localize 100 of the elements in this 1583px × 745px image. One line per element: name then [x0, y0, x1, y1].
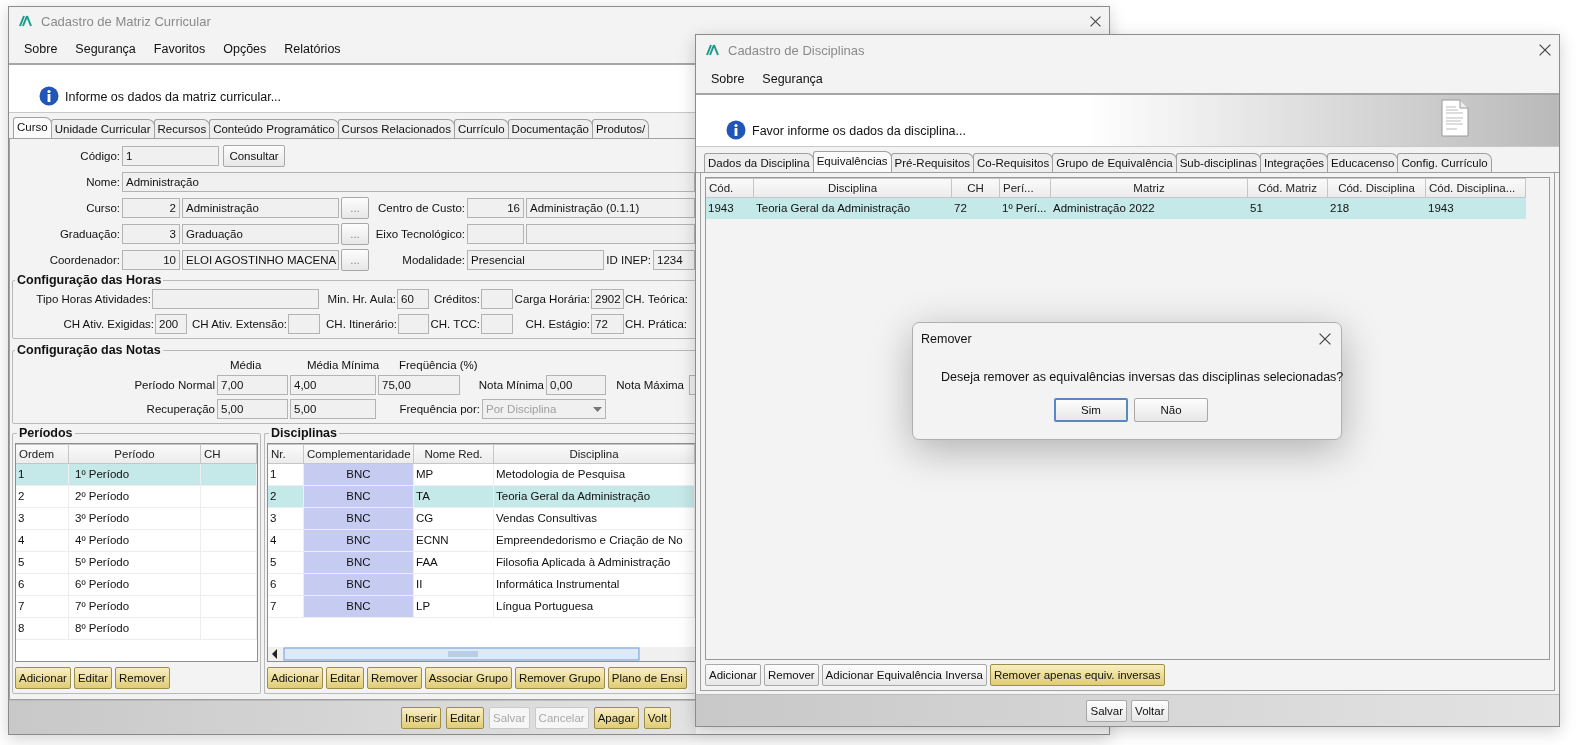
dialog-button[interactable]: Não — [1134, 398, 1208, 422]
text-field[interactable]: Administração (0.1.1) — [526, 198, 695, 218]
column-header[interactable]: Disciplina — [494, 444, 695, 464]
table-row[interactable]: 2 BNC TA Teoria Geral da Administração — [268, 486, 695, 508]
tab[interactable]: Pré-Requisitos — [890, 153, 975, 172]
action-button[interactable]: Voltar — [1131, 699, 1169, 722]
table-row[interactable]: 1 1º Período — [16, 464, 257, 486]
column-header[interactable]: CH — [952, 178, 1000, 198]
table-row[interactable]: 3 BNC CG Vendas Consultivas — [268, 508, 695, 530]
tab[interactable]: Co-Requisitos — [973, 153, 1054, 172]
column-header[interactable]: Perí... — [1000, 178, 1051, 198]
action-button[interactable]: Editar — [445, 706, 484, 729]
column-header[interactable]: Cód. Matriz — [1248, 178, 1328, 198]
close-icon[interactable] — [1319, 333, 1331, 345]
number-field[interactable]: 75,00 — [378, 375, 460, 395]
number-field[interactable]: 0,00 — [546, 375, 606, 395]
table-row[interactable]: 8 8º Período — [16, 618, 257, 640]
column-header[interactable]: Complementaridade — [304, 444, 414, 464]
close-icon[interactable] — [1539, 44, 1551, 56]
column-header[interactable]: Nr. — [268, 444, 304, 464]
number-field[interactable] — [398, 314, 429, 334]
tab[interactable]: Conteúdo Programático — [209, 119, 339, 138]
column-header[interactable]: Cód. Disciplina — [1328, 178, 1426, 198]
column-header[interactable]: Cód. Disciplina... — [1426, 178, 1526, 198]
table-row[interactable]: 5 BNC FAA Filosofia Aplicada à Administração — [268, 552, 695, 574]
action-button[interactable]: Remover apenas equiv. inversas — [989, 664, 1165, 686]
column-header[interactable]: Ordem — [16, 444, 69, 464]
action-button[interactable]: Remover Grupo — [514, 667, 605, 689]
tab[interactable]: Integrações — [1260, 153, 1329, 172]
text-field[interactable]: 1234 — [653, 250, 695, 270]
action-button[interactable]: Inserir — [401, 706, 441, 729]
menu-item[interactable]: Opções — [214, 42, 276, 56]
menu-item[interactable]: Segurança — [66, 42, 145, 56]
table-row[interactable]: 5 5º Período — [16, 552, 257, 574]
code-field[interactable]: 3 — [122, 224, 180, 244]
menu-item[interactable]: Sobre — [702, 72, 754, 86]
action-button[interactable]: Adicionar — [15, 667, 71, 689]
column-header[interactable]: Disciplina — [754, 178, 952, 198]
number-field[interactable]: 5,00 — [290, 399, 376, 419]
action-button[interactable]: Remover — [367, 667, 422, 689]
column-header[interactable]: Matriz — [1051, 178, 1248, 198]
close-icon[interactable] — [1090, 15, 1101, 27]
tab[interactable]: Currículo — [453, 119, 509, 138]
table-row[interactable]: 1943 Teoria Geral da Administração 72 1º Perí... Administração 2022 51 218 1943 — [706, 198, 1526, 219]
tab[interactable]: Recursos — [153, 119, 211, 138]
action-button[interactable]: Plano de Ensi — [607, 667, 687, 689]
tab[interactable]: Cursos Relacionados — [337, 119, 455, 138]
text-field[interactable]: ELOI AGOSTINHO MACENA — [182, 250, 339, 270]
action-button[interactable]: Salvar — [1086, 699, 1128, 722]
tab[interactable]: Curso — [13, 117, 52, 138]
number-field[interactable]: 7,00 — [217, 375, 288, 395]
tab[interactable]: Produtos/ — [591, 119, 650, 138]
text-field[interactable]: 1 — [122, 146, 219, 166]
column-header[interactable]: Nome Red. — [414, 444, 494, 464]
tab[interactable]: Grupo de Equivalência — [1052, 153, 1177, 172]
dialog-button[interactable]: Sim — [1054, 398, 1128, 422]
table-row[interactable]: 3 3º Período — [16, 508, 257, 530]
action-button[interactable]: Remover — [763, 664, 819, 686]
number-field[interactable]: 60 — [397, 289, 429, 309]
consultar-button[interactable]: Consultar — [223, 145, 285, 167]
number-field[interactable] — [152, 289, 319, 309]
action-button[interactable]: Apagar — [593, 706, 639, 729]
text-field[interactable]: Presencial — [467, 250, 604, 270]
table-row[interactable]: 6 BNC II Informática Instrumental — [268, 574, 695, 596]
table-row[interactable]: 1 BNC MP Metodologia de Pesquisa — [268, 464, 695, 486]
menu-item[interactable]: Segurança — [753, 72, 832, 86]
tab[interactable]: Documentação — [507, 119, 593, 138]
table-row[interactable]: 6 6º Período — [16, 574, 257, 596]
code-field[interactable]: 16 — [467, 198, 524, 218]
action-button[interactable]: Adicionar — [705, 664, 761, 686]
action-button[interactable]: Editar — [73, 667, 112, 689]
tab[interactable]: Dados da Disciplina — [704, 153, 814, 172]
text-field[interactable]: Graduação — [182, 224, 339, 244]
number-field[interactable] — [481, 289, 513, 309]
table-row[interactable]: 4 BNC ECNN Empreendedorismo e Criação de No — [268, 530, 695, 552]
number-field[interactable] — [288, 314, 320, 334]
menu-item[interactable]: Sobre — [15, 42, 67, 56]
action-button[interactable]: Adicionar — [267, 667, 323, 689]
number-field[interactable] — [481, 314, 513, 334]
code-field[interactable] — [467, 224, 524, 244]
action-button[interactable]: Adicionar Equivalência Inversa — [821, 664, 987, 686]
code-field[interactable]: 10 — [122, 250, 180, 270]
text-field[interactable]: Administração — [182, 198, 339, 218]
tab[interactable]: Sub-disciplinas — [1175, 153, 1261, 172]
menu-item[interactable]: Favoritos — [144, 42, 215, 56]
table-row[interactable]: 7 7º Período — [16, 596, 257, 618]
tab[interactable]: Educacenso — [1327, 153, 1399, 172]
table-row[interactable]: 4 4º Período — [16, 530, 257, 552]
table-row[interactable]: 7 BNC LP Língua Portuguesa — [268, 596, 695, 618]
action-button[interactable]: Editar — [325, 667, 364, 689]
column-header[interactable]: CH — [201, 444, 257, 464]
number-field[interactable]: 72 — [591, 314, 624, 334]
number-field[interactable]: 5,00 — [217, 399, 288, 419]
action-button[interactable]: Remover — [115, 667, 170, 689]
code-field[interactable]: 2 — [122, 198, 180, 218]
table-row[interactable]: 2 2º Período — [16, 486, 257, 508]
number-field[interactable]: 2902 — [591, 289, 624, 309]
text-field[interactable] — [526, 224, 695, 244]
action-button[interactable]: Volt — [643, 706, 671, 729]
number-field[interactable]: 200 — [155, 314, 187, 334]
